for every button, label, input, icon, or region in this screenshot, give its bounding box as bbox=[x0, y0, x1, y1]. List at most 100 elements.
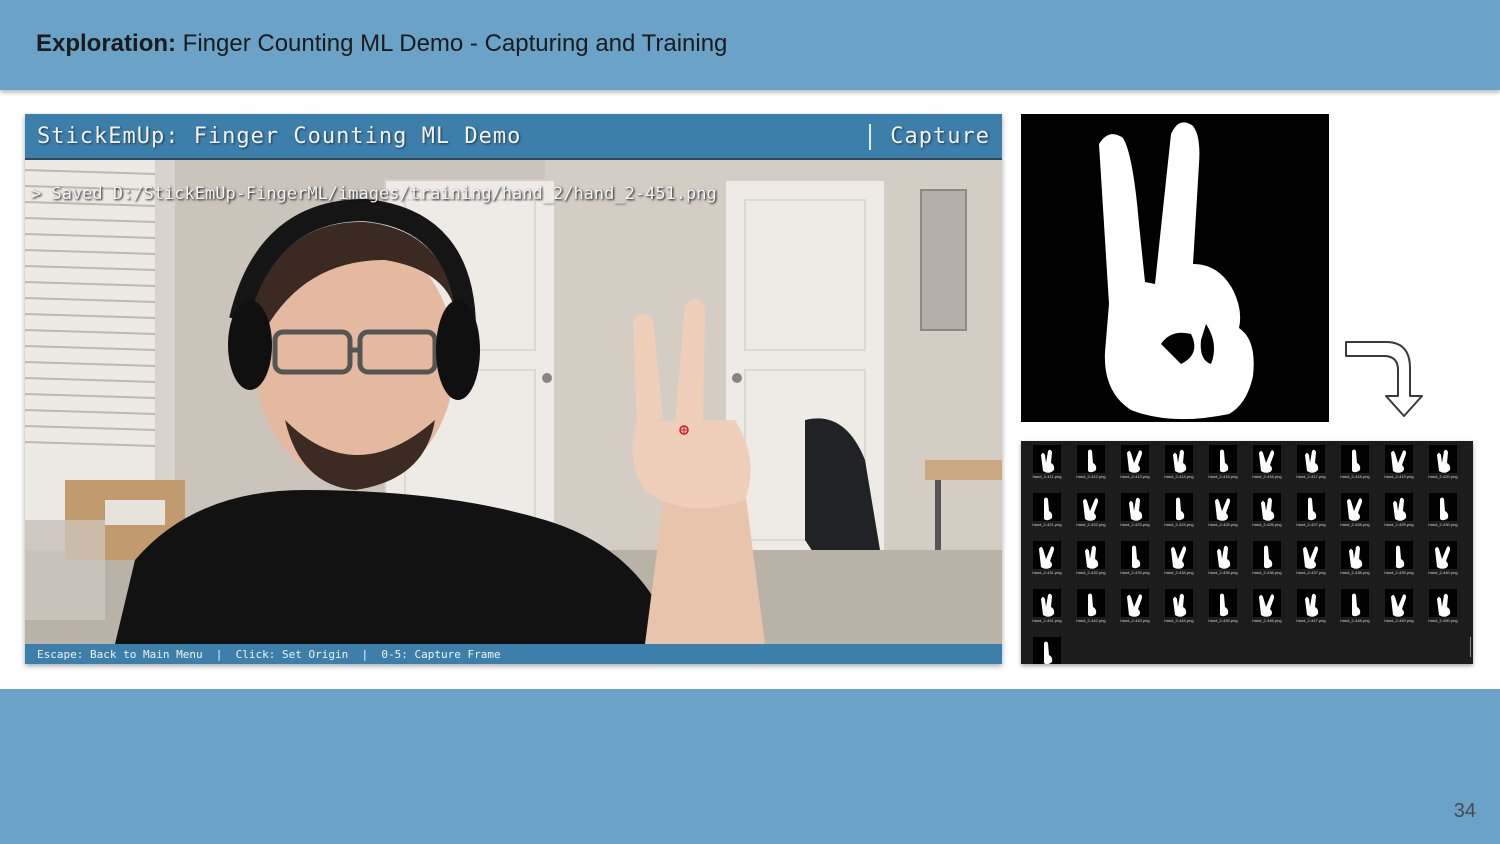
hand-mask-preview bbox=[1021, 114, 1329, 422]
thumbnail-image bbox=[1165, 541, 1193, 569]
gallery-thumbnail[interactable]: hand_2-440.png bbox=[1421, 539, 1465, 583]
thumbnail-filename: hand_2-418.png bbox=[1340, 474, 1370, 479]
gallery-thumbnail[interactable]: hand_2-423.png bbox=[1113, 491, 1157, 535]
titlebar-separator bbox=[869, 124, 871, 150]
thumbnail-filename: hand_2-430.png bbox=[1428, 522, 1458, 527]
gallery-thumbnail[interactable]: hand_2-424.png bbox=[1157, 491, 1201, 535]
gallery-thumbnail[interactable]: hand_2-451.png bbox=[1025, 635, 1069, 664]
slide-page-number: 34 bbox=[1453, 800, 1476, 822]
gallery-thumbnail[interactable]: hand_2-429.png bbox=[1377, 491, 1421, 535]
training-image-gallery[interactable]: hand_2-411.png hand_2-412.png hand_2-413.p… bbox=[1021, 441, 1473, 664]
thumbnail-image bbox=[1341, 493, 1369, 521]
gallery-thumbnail[interactable]: hand_2-418.png bbox=[1333, 443, 1377, 487]
gallery-thumbnail[interactable]: hand_2-443.png bbox=[1113, 587, 1157, 631]
gallery-thumbnail[interactable]: hand_2-436.png bbox=[1245, 539, 1289, 583]
gallery-thumbnail[interactable]: hand_2-411.png bbox=[1025, 443, 1069, 487]
webcam-feed[interactable]: > Saved D:/StickEmUp-FingerML/images/tra… bbox=[25, 160, 1002, 644]
gallery-thumbnail[interactable]: hand_2-413.png bbox=[1113, 443, 1157, 487]
thumbnail-image bbox=[1165, 493, 1193, 521]
thumbnail-image bbox=[1253, 589, 1281, 617]
thumbnail-image bbox=[1297, 493, 1325, 521]
gallery-thumbnail[interactable]: hand_2-438.png bbox=[1333, 539, 1377, 583]
gallery-thumbnail[interactable]: hand_2-450.png bbox=[1421, 587, 1465, 631]
gallery-scrollbar[interactable] bbox=[1470, 637, 1471, 657]
thumbnail-filename: hand_2-415.png bbox=[1208, 474, 1238, 479]
thumbnail-filename: hand_2-427.png bbox=[1296, 522, 1326, 527]
thumbnail-image bbox=[1077, 493, 1105, 521]
gallery-thumbnail[interactable]: hand_2-426.png bbox=[1245, 491, 1289, 535]
thumbnail-image bbox=[1121, 541, 1149, 569]
gallery-thumbnail[interactable]: hand_2-422.png bbox=[1069, 491, 1113, 535]
keybind-hints: Escape: Back to Main Menu | Click: Set O… bbox=[37, 648, 501, 661]
thumbnail-filename: hand_2-443.png bbox=[1120, 618, 1150, 623]
thumbnail-image bbox=[1121, 445, 1149, 473]
capture-app-window: StickEmUp: Finger Counting ML Demo Captu… bbox=[25, 114, 1002, 664]
thumbnail-filename: hand_2-447.png bbox=[1296, 618, 1326, 623]
gallery-thumbnail[interactable]: hand_2-425.png bbox=[1201, 491, 1245, 535]
thumbnail-filename: hand_2-423.png bbox=[1120, 522, 1150, 527]
gallery-thumbnail[interactable]: hand_2-433.png bbox=[1113, 539, 1157, 583]
thumbnail-image bbox=[1429, 445, 1457, 473]
thumbnail-filename: hand_2-417.png bbox=[1296, 474, 1326, 479]
gallery-thumbnail[interactable]: hand_2-419.png bbox=[1377, 443, 1421, 487]
headphone-left bbox=[228, 300, 272, 390]
webcam-scene bbox=[25, 160, 1002, 644]
gallery-thumbnail[interactable]: hand_2-415.png bbox=[1201, 443, 1245, 487]
thumbnail-image bbox=[1297, 589, 1325, 617]
desk bbox=[925, 460, 1002, 480]
thumbnail-image bbox=[1209, 445, 1237, 473]
thumbnail-filename: hand_2-413.png bbox=[1120, 474, 1150, 479]
thumbnail-image bbox=[1077, 589, 1105, 617]
gallery-thumbnail[interactable]: hand_2-444.png bbox=[1157, 587, 1201, 631]
thumbnail-image bbox=[1341, 589, 1369, 617]
gallery-thumbnail[interactable]: hand_2-446.png bbox=[1245, 587, 1289, 631]
thumbnail-filename: hand_2-419.png bbox=[1384, 474, 1414, 479]
thumbnail-filename: hand_2-411.png bbox=[1032, 474, 1062, 479]
thumbnail-image bbox=[1429, 589, 1457, 617]
gallery-thumbnail[interactable]: hand_2-414.png bbox=[1157, 443, 1201, 487]
gallery-thumbnail[interactable]: hand_2-437.png bbox=[1289, 539, 1333, 583]
gallery-thumbnail[interactable]: hand_2-430.png bbox=[1421, 491, 1465, 535]
thumbnail-filename: hand_2-437.png bbox=[1296, 570, 1326, 575]
thumbnail-filename: hand_2-431.png bbox=[1032, 570, 1062, 575]
slide-title-rest: Finger Counting ML Demo - Capturing and … bbox=[176, 30, 728, 57]
gallery-thumbnail[interactable]: hand_2-449.png bbox=[1377, 587, 1421, 631]
thumbnail-filename: hand_2-412.png bbox=[1076, 474, 1106, 479]
gallery-thumbnail[interactable]: hand_2-432.png bbox=[1069, 539, 1113, 583]
gallery-thumbnail[interactable]: hand_2-431.png bbox=[1025, 539, 1069, 583]
thumbnail-image bbox=[1209, 589, 1237, 617]
gallery-thumbnail[interactable]: hand_2-416.png bbox=[1245, 443, 1289, 487]
save-status-text: > Saved D:/StickEmUp-FingerML/images/tra… bbox=[31, 184, 717, 204]
app-mode-label: Capture bbox=[890, 124, 990, 149]
thumbnail-image bbox=[1385, 445, 1413, 473]
window-blinds bbox=[25, 160, 175, 520]
slide-header: Exploration: Finger Counting ML Demo - C… bbox=[0, 0, 1500, 90]
thumbnail-image bbox=[1077, 445, 1105, 473]
app-title: StickEmUp: Finger Counting ML Demo bbox=[37, 124, 522, 149]
thumbnail-filename: hand_2-444.png bbox=[1164, 618, 1194, 623]
gallery-thumbnail[interactable]: hand_2-434.png bbox=[1157, 539, 1201, 583]
gallery-thumbnail[interactable]: hand_2-442.png bbox=[1069, 587, 1113, 631]
gallery-thumbnail[interactable]: hand_2-441.png bbox=[1025, 587, 1069, 631]
thumbnail-filename: hand_2-425.png bbox=[1208, 522, 1238, 527]
thumbnail-filename: hand_2-450.png bbox=[1428, 618, 1458, 623]
thumbnail-filename: hand_2-428.png bbox=[1340, 522, 1370, 527]
gallery-thumbnail[interactable]: hand_2-412.png bbox=[1069, 443, 1113, 487]
gallery-thumbnail[interactable]: hand_2-427.png bbox=[1289, 491, 1333, 535]
thumbnail-image bbox=[1165, 445, 1193, 473]
gallery-thumbnail[interactable]: hand_2-435.png bbox=[1201, 539, 1245, 583]
gallery-thumbnail[interactable]: hand_2-445.png bbox=[1201, 587, 1245, 631]
gallery-thumbnail[interactable]: hand_2-439.png bbox=[1377, 539, 1421, 583]
gallery-thumbnail[interactable]: hand_2-447.png bbox=[1289, 587, 1333, 631]
gallery-thumbnail[interactable]: hand_2-448.png bbox=[1333, 587, 1377, 631]
gallery-thumbnail[interactable]: hand_2-428.png bbox=[1333, 491, 1377, 535]
gallery-thumbnail[interactable]: hand_2-421.png bbox=[1025, 491, 1069, 535]
gallery-thumbnail[interactable]: hand_2-417.png bbox=[1289, 443, 1333, 487]
thumbnail-image bbox=[1297, 445, 1325, 473]
thumbnail-image bbox=[1165, 589, 1193, 617]
thumbnail-image bbox=[1341, 541, 1369, 569]
thumbnail-image bbox=[1033, 541, 1061, 569]
thumbnail-image bbox=[1253, 493, 1281, 521]
thumbnail-image bbox=[1121, 589, 1149, 617]
gallery-thumbnail[interactable]: hand_2-420.png bbox=[1421, 443, 1465, 487]
